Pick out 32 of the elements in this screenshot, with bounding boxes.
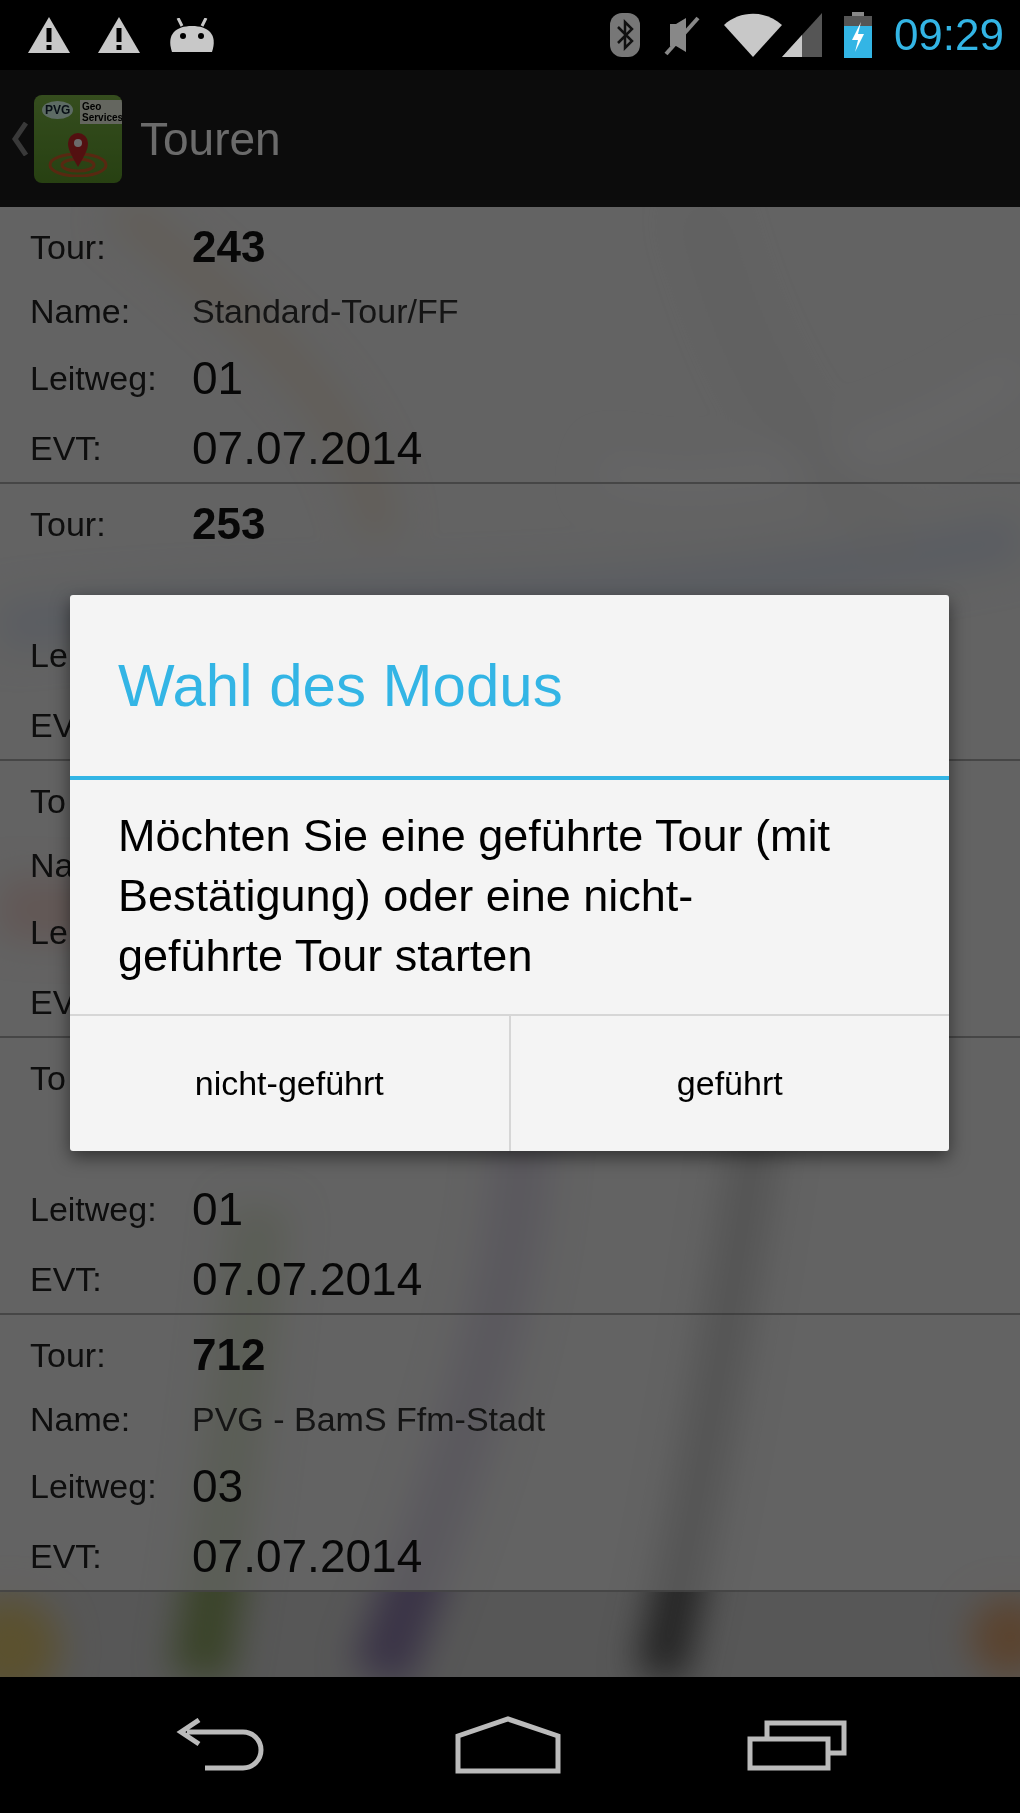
field-label: Tour: <box>29 1335 107 1375</box>
screen-title: Touren <box>140 111 281 166</box>
field-value: 07.07.2014 <box>192 1529 423 1583</box>
field-value: 07.07.2014 <box>192 421 423 475</box>
field-label: EVT: <box>29 1259 103 1299</box>
field-value: 01 <box>192 1182 244 1236</box>
field-label: Name: <box>29 1399 132 1439</box>
field-label: EVT: <box>29 1536 103 1576</box>
field-label: EVT: <box>29 428 103 468</box>
field-value: 253 <box>192 499 266 549</box>
field-label: Le <box>29 635 69 675</box>
field-label: To <box>29 1058 67 1098</box>
field-label: To <box>29 781 67 821</box>
field-value: 01 <box>192 351 244 405</box>
field-label: Leitweg: <box>29 358 158 398</box>
field-label: Name: <box>29 291 132 331</box>
clock: 09:29 <box>893 10 1004 60</box>
field-label: Tour: <box>29 227 107 267</box>
field-label: Tour: <box>29 504 107 544</box>
field-value: 243 <box>192 222 266 272</box>
logo-brand: PVG <box>42 100 74 119</box>
field-value: PVG - BamS Ffm-Stadt <box>192 1399 546 1439</box>
field-label: Leitweg: <box>29 1189 158 1229</box>
field-value: 03 <box>192 1459 244 1513</box>
field-label: Leitweg: <box>29 1466 158 1506</box>
field-value: 712 <box>192 1330 266 1380</box>
logo-subtitle: Geo Services <box>80 99 122 124</box>
field-value: 07.07.2014 <box>192 1252 423 1306</box>
field-label: Le <box>29 912 69 952</box>
dialog-title: Wahl des Modus <box>70 595 949 780</box>
dialog-message: Möchten Sie eine geführte Tour (mit Bestätigung) oder eine nicht-geführte Tour starten <box>70 780 949 1016</box>
field-value: Standard-Tour/FF <box>192 291 459 331</box>
